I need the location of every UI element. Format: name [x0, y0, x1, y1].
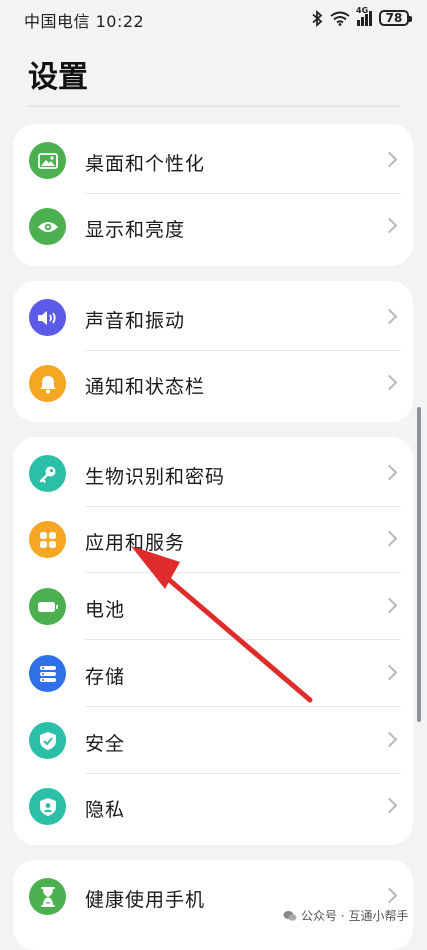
annotation-arrow: [131, 546, 313, 703]
watermark-text: 公众号 · 互通小帮手: [301, 909, 409, 923]
watermark: 公众号 · 互通小帮手: [283, 907, 408, 924]
wechat-icon: [283, 910, 297, 922]
